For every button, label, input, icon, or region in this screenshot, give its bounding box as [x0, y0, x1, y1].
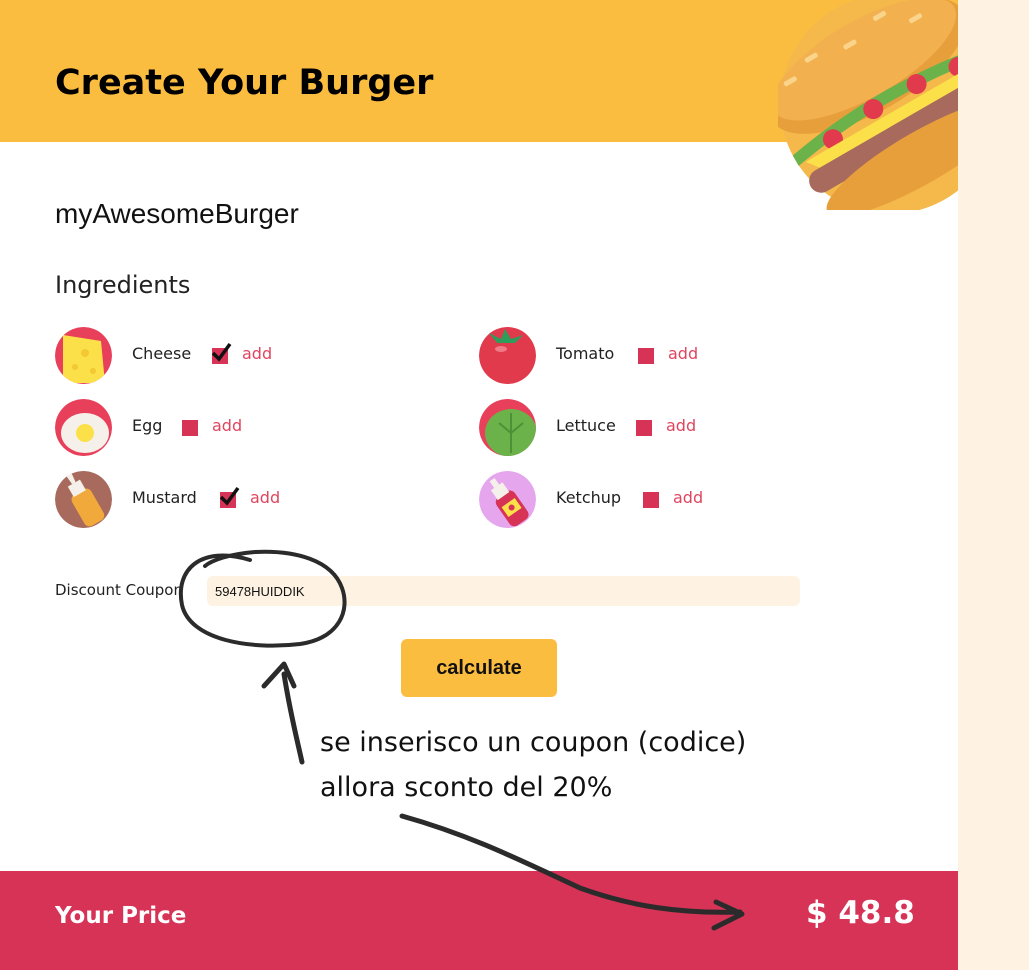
ingredient-name: Cheese: [132, 344, 192, 363]
burger-builder-panel: Create Your Burger myAwesomeBurger Ingre…: [0, 0, 958, 970]
ingredient-name: Tomato: [556, 344, 615, 363]
coupon-input[interactable]: [207, 576, 800, 606]
ingredient-checkbox-tomato[interactable]: [638, 348, 654, 364]
mustard-icon: [55, 471, 112, 528]
annotation-line-2: allora sconto del 20%: [320, 772, 613, 803]
ingredient-checkbox-mustard[interactable]: [219, 486, 240, 508]
coupon-label: Discount Coupon: [55, 581, 183, 599]
price-label: Your Price: [55, 903, 187, 929]
ingredient-checkbox-ketchup[interactable]: [643, 492, 659, 508]
ingredient-name: Mustard: [132, 488, 197, 507]
price-footer: Your Price $ 48.8: [0, 871, 958, 970]
add-egg-link[interactable]: add: [212, 416, 242, 435]
add-mustard-link[interactable]: add: [250, 488, 280, 507]
burger-illustration: [778, 0, 958, 210]
ingredient-checkbox-lettuce[interactable]: [636, 420, 652, 436]
checkmark-icon: [219, 486, 240, 506]
lettuce-icon: [479, 399, 536, 456]
cheese-icon: [55, 327, 112, 384]
price-value: $ 48.8: [806, 895, 915, 931]
ingredient-checkbox-egg[interactable]: [182, 420, 198, 436]
tomato-icon: [479, 327, 536, 384]
ketchup-icon: [479, 471, 536, 528]
add-tomato-link[interactable]: add: [668, 344, 698, 363]
egg-icon: [55, 399, 112, 456]
ingredient-name: Lettuce: [556, 416, 616, 435]
burger-name: myAwesomeBurger: [55, 198, 299, 229]
calculate-button[interactable]: calculate: [401, 639, 557, 697]
add-ketchup-link[interactable]: add: [673, 488, 703, 507]
add-cheese-link[interactable]: add: [242, 344, 272, 363]
ingredient-name: Ketchup: [556, 488, 622, 507]
add-lettuce-link[interactable]: add: [666, 416, 696, 435]
ingredients-heading: Ingredients: [55, 271, 191, 299]
ingredient-checkbox-cheese[interactable]: [211, 342, 232, 364]
ingredient-name: Egg: [132, 416, 163, 435]
page-title: Create Your Burger: [55, 63, 434, 103]
checkmark-icon: [211, 342, 232, 362]
annotation-line-1: se inserisco un coupon (codice): [320, 727, 747, 758]
